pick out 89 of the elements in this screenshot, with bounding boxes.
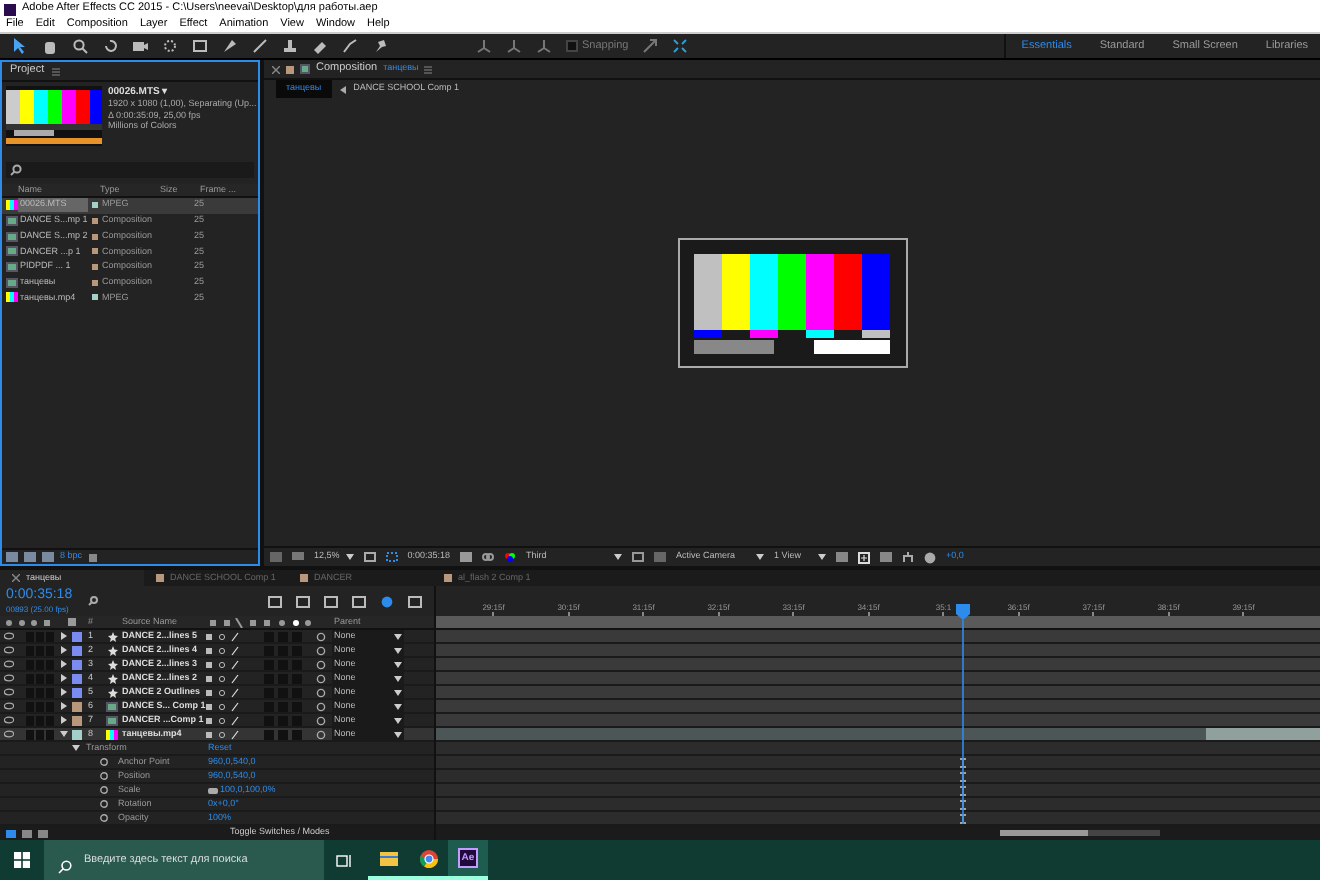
- caret-icon: [756, 554, 765, 560]
- exposure-icon[interactable]: [924, 551, 937, 563]
- label-swatch[interactable]: [72, 659, 82, 669]
- label-swatch[interactable]: [92, 279, 98, 286]
- keyframe-icon[interactable]: [959, 799, 965, 809]
- keyframe-icon[interactable]: [959, 771, 965, 781]
- composition-flowchart-icon[interactable]: [268, 595, 282, 607]
- label-swatch[interactable]: [72, 673, 82, 683]
- star-icon: [108, 659, 118, 669]
- grid-icon[interactable]: [632, 552, 645, 562]
- search-field[interactable]: [6, 162, 254, 178]
- switches-icons: [210, 617, 314, 627]
- pen-icon[interactable]: [222, 38, 238, 54]
- label-swatch[interactable]: [72, 715, 82, 725]
- composition-icon: [444, 574, 452, 582]
- expand-triangle-icon[interactable]: [60, 716, 68, 724]
- playhead-marker[interactable]: [955, 604, 969, 824]
- expand-triangle-icon[interactable]: [60, 646, 68, 654]
- footage-icon: [6, 200, 18, 211]
- label-swatch[interactable]: [92, 218, 98, 225]
- expand-triangle-icon[interactable]: [60, 660, 68, 668]
- star-icon: [108, 645, 118, 655]
- label-swatch[interactable]: [92, 233, 98, 240]
- layer-duration-bar[interactable]: [436, 728, 1320, 742]
- constrain-proportions-icon[interactable]: [208, 787, 218, 793]
- star-icon: [108, 631, 118, 641]
- browser-icon: [419, 849, 437, 867]
- label-swatch[interactable]: [92, 202, 98, 209]
- expand-triangle-icon[interactable]: [60, 674, 68, 682]
- star-icon: [108, 687, 118, 697]
- pin-icon[interactable]: [372, 38, 388, 54]
- search-icon: [58, 860, 72, 874]
- snapping-checkbox[interactable]: [566, 40, 578, 52]
- region-icon[interactable]: [363, 552, 376, 562]
- rectangle-icon[interactable]: [192, 38, 208, 54]
- stamp-icon[interactable]: [282, 38, 298, 54]
- footage-icon: [106, 729, 118, 739]
- label-swatch[interactable]: [72, 687, 82, 697]
- motion-blur-icon[interactable]: [380, 595, 394, 607]
- snap-icon[interactable]: [642, 38, 659, 54]
- task-view-icon[interactable]: [336, 853, 352, 867]
- collapse-triangle-icon[interactable]: [60, 730, 68, 738]
- close-icon[interactable]: [272, 65, 280, 73]
- axis-icon[interactable]: [476, 38, 492, 54]
- label-swatch[interactable]: [72, 729, 82, 739]
- label-swatch[interactable]: [72, 701, 82, 711]
- keyframe-icon[interactable]: [959, 757, 965, 767]
- keyframe-icon[interactable]: [959, 785, 965, 795]
- flowchart-icon[interactable]: [902, 552, 915, 562]
- caret-icon: [614, 554, 623, 560]
- composition-icon: [300, 64, 310, 74]
- zoom-slider-fill[interactable]: [1000, 830, 1088, 836]
- label-swatch[interactable]: [92, 294, 98, 301]
- expand-triangle-icon[interactable]: [60, 702, 68, 710]
- rotate-icon[interactable]: [102, 38, 118, 54]
- channels-icon[interactable]: [504, 552, 517, 562]
- fast-previews-icon[interactable]: [858, 551, 871, 563]
- expand-triangle-icon[interactable]: [60, 688, 68, 696]
- footage-icon: [6, 292, 18, 303]
- label-swatch[interactable]: [72, 645, 82, 655]
- app-logo-icon: [4, 3, 16, 15]
- collapse-triangle-icon[interactable]: [72, 744, 80, 752]
- roto-brush-icon[interactable]: [342, 38, 358, 54]
- label-swatch[interactable]: [72, 631, 82, 641]
- close-icon: [12, 574, 20, 582]
- axis-icon[interactable]: [536, 38, 552, 54]
- search-icon: [10, 164, 22, 176]
- link-icon[interactable]: [482, 552, 495, 562]
- caret-icon: [345, 554, 354, 560]
- windows-logo-icon: [14, 852, 30, 868]
- keyframe-icon[interactable]: [959, 813, 965, 823]
- composition-icon: [300, 574, 308, 582]
- label-swatch[interactable]: [92, 248, 98, 255]
- zoom-icon[interactable]: [72, 38, 88, 54]
- caret-icon: [818, 554, 827, 560]
- selection-arrow-icon[interactable]: [12, 38, 28, 54]
- eraser-icon[interactable]: [312, 38, 328, 54]
- axis-icon[interactable]: [506, 38, 522, 54]
- transparency-icon[interactable]: [385, 552, 398, 562]
- composition-icon: [156, 574, 164, 582]
- label-swatch[interactable]: [92, 264, 98, 271]
- expand-triangle-icon[interactable]: [60, 632, 68, 640]
- arrow-left-icon: [339, 85, 346, 93]
- expand-icon[interactable]: [672, 38, 689, 54]
- search-icon: [88, 596, 98, 606]
- star-icon: [108, 673, 118, 683]
- pan-behind-icon[interactable]: [162, 38, 178, 54]
- color-bars-thumbnail: [6, 86, 102, 146]
- line-icon[interactable]: [252, 38, 268, 54]
